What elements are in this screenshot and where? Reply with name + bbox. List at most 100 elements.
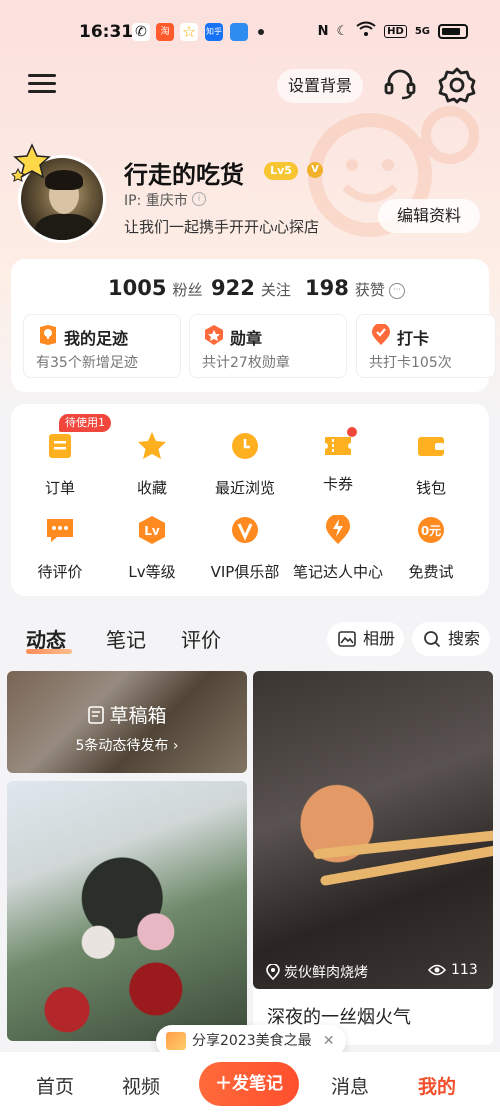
medal-icon: [205, 325, 223, 345]
order-icon: [49, 434, 71, 458]
menu-icon[interactable]: [28, 70, 56, 98]
edit-profile-button[interactable]: 编辑资料: [378, 199, 480, 233]
post-location[interactable]: 炭伙鲜肉烧烤: [266, 962, 368, 982]
comment-icon: [47, 519, 73, 542]
service-free-trial-label: 免费试: [408, 563, 454, 581]
service-coupons[interactable]: 卡券: [290, 427, 386, 494]
level-badge[interactable]: Lv5: [264, 162, 298, 180]
fans-stat[interactable]: 1005 粉丝: [108, 276, 202, 300]
wallet-icon: [418, 437, 444, 456]
footprint-subtitle: 有35个新增足迹: [36, 355, 138, 371]
following-label: 关注: [260, 281, 291, 299]
drafts-subtitle-text: 5条动态待发布: [75, 738, 169, 754]
tab-reviews[interactable]: 评价: [181, 624, 221, 653]
status-bar: 16:31 ✆ 淘 ☆ 知乎 N ☾ HD 5G: [0, 0, 500, 64]
fans-count: 1005: [108, 276, 167, 300]
checkin-icon: [372, 324, 390, 345]
tab-notes[interactable]: 笔记: [106, 624, 146, 653]
username: 行走的吃货: [124, 161, 244, 189]
likes-stat[interactable]: 198 获赞 ···: [305, 276, 405, 300]
blue-app-icon: [230, 23, 248, 41]
nav-video[interactable]: 视频: [122, 1072, 160, 1099]
service-recent[interactable]: 最近浏览: [197, 431, 293, 498]
checkin-subtitle: 共打卡105次: [369, 355, 452, 371]
lightning-icon: [326, 514, 350, 544]
service-note-expert[interactable]: 笔记达人中心: [290, 514, 386, 582]
pending-use-badge: 待使用1: [59, 414, 111, 432]
nav-messages[interactable]: 消息: [331, 1072, 369, 1099]
wechat-icon: ✆: [132, 23, 150, 41]
service-favorites[interactable]: 收藏: [104, 431, 200, 498]
draft-box-icon: [88, 706, 105, 724]
service-wallet-label: 钱包: [415, 479, 446, 497]
service-pending-review-label: 待评价: [37, 563, 83, 581]
medal-card[interactable]: 勋章 共计27枚勋章: [189, 314, 347, 378]
star-icon: [138, 432, 166, 459]
verified-v-badge[interactable]: V: [307, 162, 323, 178]
more-icon[interactable]: ···: [388, 282, 405, 299]
service-free-trial[interactable]: 0元 免费试: [383, 515, 479, 582]
service-note-expert-label: 笔记达人中心: [292, 563, 383, 581]
fans-label: 粉丝: [172, 281, 203, 299]
album-button[interactable]: 相册: [327, 622, 404, 656]
battery-icon: [438, 23, 468, 39]
coupon-notification-dot: [347, 427, 357, 437]
service-wallet[interactable]: 钱包: [383, 431, 479, 498]
search-button[interactable]: 搜索: [412, 622, 490, 656]
hd-icon: HD: [384, 24, 407, 38]
taobao-icon: 淘: [156, 23, 174, 41]
share-chip-label: 分享2023美食之最: [192, 1033, 312, 1049]
star-app-icon: ☆: [180, 22, 198, 41]
plus-icon: ＋: [215, 1074, 232, 1094]
nav-home[interactable]: 首页: [36, 1072, 74, 1099]
post-location-text: 炭伙鲜肉烧烤: [284, 965, 368, 981]
search-icon: [424, 631, 441, 648]
level-icon: Lv: [139, 516, 165, 544]
map-pin-icon: [40, 325, 56, 345]
nfc-icon: N: [317, 23, 329, 39]
service-pending-review[interactable]: 待评价: [12, 515, 108, 582]
coupon-icon: [323, 427, 357, 461]
more-notifications-dot: [258, 29, 264, 35]
bouquet-post-image[interactable]: [7, 781, 247, 1041]
service-vip-label: VIP俱乐部: [210, 563, 280, 581]
info-icon[interactable]: i: [192, 192, 206, 206]
clock-icon: [232, 433, 258, 459]
following-count: 922: [211, 276, 255, 300]
service-vip[interactable]: VIP俱乐部: [197, 515, 293, 582]
checkin-card[interactable]: 打卡 共打卡105次: [356, 314, 496, 378]
services-card: 待使用1 订单 收藏 最近浏览 卡券 钱包 待评价 Lv Lv等级 VIP俱乐部…: [11, 404, 489, 596]
bio-text: 让我们一起携手开开心心探店: [124, 218, 320, 236]
search-label: 搜索: [448, 629, 481, 648]
service-level-label: Lv等级: [128, 563, 176, 581]
drafts-box-card[interactable]: 草稿箱 5条动态待发布 ›: [7, 671, 247, 773]
bbq-post-image[interactable]: [253, 671, 493, 989]
footprint-title: 我的足迹: [64, 329, 129, 348]
service-order[interactable]: 订单: [12, 431, 108, 498]
post-note-button[interactable]: ＋发笔记: [199, 1062, 299, 1106]
likes-count: 198: [305, 276, 349, 300]
post-views-count: 113: [451, 962, 478, 978]
service-order-label: 订单: [44, 479, 75, 497]
footprint-card[interactable]: 我的足迹 有35个新增足迹: [23, 314, 181, 378]
wifi-icon: [356, 21, 376, 41]
following-stat[interactable]: 922 关注: [211, 276, 291, 300]
service-level[interactable]: Lv Lv等级: [104, 515, 200, 582]
nav-me[interactable]: 我的: [418, 1072, 456, 1099]
likes-label: 获赞: [354, 281, 385, 299]
medal-subtitle: 共计27枚勋章: [202, 355, 290, 371]
share-image-icon: [166, 1032, 186, 1050]
service-recent-label: 最近浏览: [214, 479, 275, 497]
tab-moments[interactable]: 动态: [26, 624, 66, 653]
album-label: 相册: [363, 629, 396, 648]
svg-text:0元: 0元: [421, 524, 441, 538]
location-pin-icon: [266, 964, 280, 980]
status-right: N ☾ HD 5G: [318, 21, 468, 41]
ip-location: IP: 重庆市: [124, 193, 188, 209]
free-trial-icon: 0元: [418, 517, 444, 543]
vip-icon: [232, 517, 258, 543]
post-note-label: 发笔记: [232, 1074, 283, 1094]
signal-icon: 5G: [414, 25, 430, 37]
drafts-title: 草稿箱: [7, 701, 247, 728]
svg-text:Lv: Lv: [144, 524, 160, 538]
